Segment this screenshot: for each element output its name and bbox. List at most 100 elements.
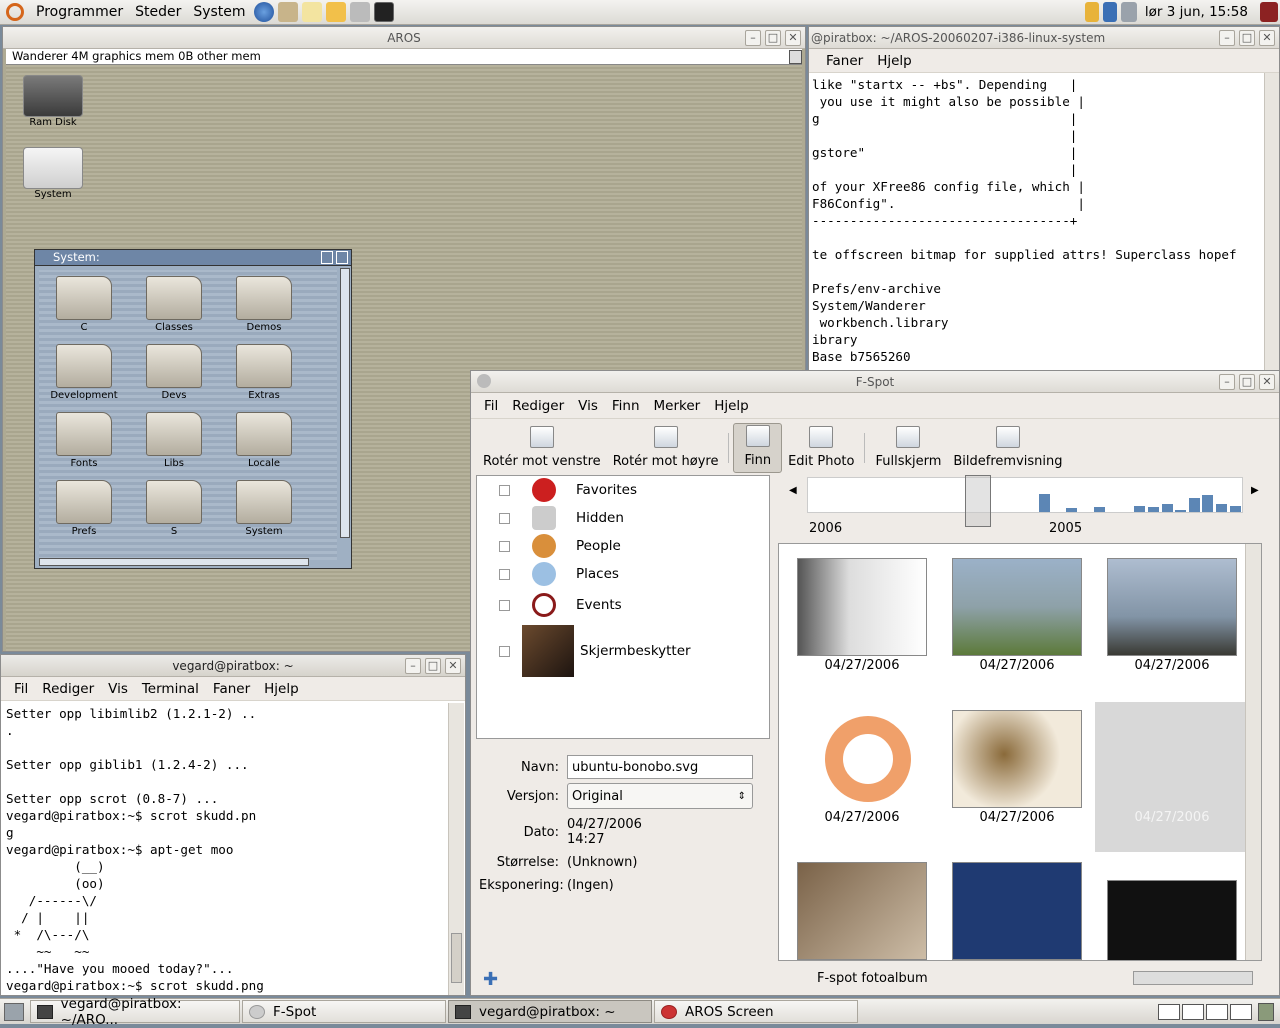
system-hscrollbar[interactable] bbox=[39, 558, 309, 566]
task-terminal-aros[interactable]: vegard@piratbox: ~/ARO... bbox=[30, 996, 240, 1028]
menu-item[interactable]: Rediger bbox=[35, 681, 101, 697]
close-button[interactable]: ✕ bbox=[785, 30, 801, 46]
tag-people[interactable]: People bbox=[477, 532, 769, 560]
system-window-title[interactable]: System: bbox=[35, 250, 351, 266]
task-terminal-home[interactable]: vegard@piratbox: ~ bbox=[448, 1000, 652, 1023]
fspot-app-icon[interactable] bbox=[477, 374, 491, 388]
minimize-button[interactable]: – bbox=[745, 30, 761, 46]
task-fspot[interactable]: F-Spot bbox=[242, 1000, 446, 1023]
maximize-button[interactable]: □ bbox=[765, 30, 781, 46]
tag-checkbox[interactable] bbox=[499, 568, 510, 580]
logout-icon[interactable] bbox=[1260, 2, 1278, 22]
system-vscrollbar[interactable] bbox=[340, 268, 350, 538]
editor-launcher-icon[interactable] bbox=[349, 2, 370, 22]
menu-tabs[interactable]: Faner bbox=[819, 53, 870, 69]
menu-applications[interactable]: Programmer bbox=[30, 0, 129, 25]
chat-launcher-icon[interactable] bbox=[301, 2, 322, 22]
tag-checkbox[interactable] bbox=[499, 512, 510, 524]
menu-help[interactable]: Hjelp bbox=[870, 53, 919, 69]
tag-events[interactable]: Events bbox=[477, 588, 769, 622]
menu-item[interactable]: Fil bbox=[477, 398, 505, 414]
folder-icon-item[interactable]: Extras bbox=[219, 338, 309, 406]
rotate-left-button[interactable]: Rotér mot venstre bbox=[477, 423, 607, 473]
timeline-right-arrow-icon[interactable]: ▶ bbox=[1251, 485, 1259, 496]
menu-item[interactable]: Vis bbox=[571, 398, 605, 414]
folder-icon-item[interactable]: Demos bbox=[219, 270, 309, 338]
workspace-4[interactable] bbox=[1230, 1003, 1252, 1020]
menu-item[interactable]: Faner bbox=[206, 681, 257, 697]
menu-item[interactable]: Rediger bbox=[505, 398, 571, 414]
menu-item[interactable]: Merker bbox=[647, 398, 708, 414]
photo-thumbnail[interactable] bbox=[952, 710, 1082, 808]
trash-icon[interactable] bbox=[1258, 1002, 1274, 1021]
photo-thumbnail[interactable] bbox=[797, 862, 927, 960]
maximize-button[interactable]: □ bbox=[425, 658, 441, 674]
close-button[interactable]: ✕ bbox=[445, 658, 461, 674]
aros-system-window[interactable]: System: C Classes Demos Development Devs Extr… bbox=[34, 249, 352, 569]
folder-icon-item[interactable]: S bbox=[129, 474, 219, 542]
task-aros-screen[interactable]: AROS Screen bbox=[654, 1000, 858, 1023]
terminal-output[interactable]: Setter opp libimlib2 (1.2.1-2) ... Setter… bbox=[6, 705, 446, 995]
tag-checkbox[interactable] bbox=[499, 540, 510, 552]
photo-thumbnail[interactable] bbox=[952, 558, 1082, 656]
maximize-button[interactable]: □ bbox=[1239, 30, 1255, 46]
update-icon[interactable] bbox=[1102, 2, 1117, 22]
photo-thumbnail[interactable] bbox=[952, 862, 1082, 960]
close-button[interactable]: ✕ bbox=[1259, 374, 1275, 390]
tag-places[interactable]: Places bbox=[477, 560, 769, 588]
folder-icon-item[interactable]: Development bbox=[39, 338, 129, 406]
tag-checkbox[interactable] bbox=[499, 645, 510, 657]
close-button[interactable]: ✕ bbox=[1259, 30, 1275, 46]
notification-icon[interactable] bbox=[1084, 2, 1099, 22]
rotate-right-button[interactable]: Rotér mot høyre bbox=[607, 423, 725, 473]
find-button[interactable]: Finn bbox=[733, 423, 783, 473]
version-select[interactable]: Original ⇕ bbox=[567, 783, 753, 809]
timeline-slider[interactable] bbox=[965, 475, 991, 527]
timeline-left-arrow-icon[interactable]: ◀ bbox=[789, 485, 797, 496]
show-desktop-icon[interactable] bbox=[4, 1002, 24, 1021]
menu-item[interactable]: Vis bbox=[101, 681, 135, 697]
aros-titlebar[interactable]: AROS – □ ✕ bbox=[3, 27, 805, 49]
workspace-1[interactable] bbox=[1158, 1003, 1180, 1020]
help-launcher-icon[interactable] bbox=[325, 2, 346, 22]
workspace-2[interactable] bbox=[1182, 1003, 1204, 1020]
tag-favorites[interactable]: Favorites bbox=[477, 476, 769, 504]
bottom-terminal-titlebar[interactable]: vegard@piratbox: ~ – □ ✕ bbox=[1, 655, 465, 677]
fullscreen-button[interactable]: Fullskjerm bbox=[869, 423, 947, 473]
name-field[interactable] bbox=[567, 755, 753, 779]
browser-launcher-icon[interactable] bbox=[253, 2, 274, 22]
photo-grid[interactable]: 04/27/2006 04/27/2006 04/27/2006 04/27/2… bbox=[778, 543, 1262, 961]
zoom-slider[interactable] bbox=[1133, 971, 1253, 985]
folder-icon-item[interactable]: System bbox=[219, 474, 309, 542]
right-terminal-titlebar[interactable]: @piratbox: ~/AROS-20060207-i386-linux-sy… bbox=[809, 27, 1279, 49]
photo-thumbnail[interactable] bbox=[1107, 710, 1237, 808]
edit-photo-button[interactable]: Edit Photo bbox=[782, 423, 860, 473]
folder-icon-item[interactable]: Devs bbox=[129, 338, 219, 406]
tag-screensaver[interactable]: Skjermbeskytter bbox=[477, 622, 769, 680]
terminal-launcher-icon[interactable] bbox=[373, 2, 394, 22]
photo-thumbnail[interactable] bbox=[797, 558, 927, 656]
photo-grid-scrollbar[interactable] bbox=[1245, 544, 1261, 960]
fspot-titlebar[interactable]: F-Spot – □ ✕ bbox=[471, 371, 1279, 393]
right-terminal-scrollbar[interactable] bbox=[1264, 73, 1279, 371]
terminal-output[interactable]: like "startx -- +bs". Depending | you us… bbox=[812, 76, 1262, 371]
photo-thumbnail[interactable] bbox=[1107, 880, 1237, 960]
menu-item[interactable]: Hjelp bbox=[707, 398, 756, 414]
folder-icon-item[interactable]: Locale bbox=[219, 406, 309, 474]
timeline[interactable]: ◀ ▶ 2006 2005 bbox=[777, 475, 1277, 537]
workspace-switcher[interactable] bbox=[1158, 1003, 1252, 1020]
aros-depth-gadget[interactable] bbox=[789, 50, 802, 64]
bottom-terminal-scrollbar[interactable] bbox=[448, 703, 464, 995]
minimize-button[interactable]: – bbox=[405, 658, 421, 674]
tag-checkbox[interactable] bbox=[499, 599, 510, 611]
ubuntu-logo-icon[interactable] bbox=[6, 3, 24, 21]
timeline-histogram[interactable] bbox=[807, 477, 1243, 513]
zoom-gadget[interactable] bbox=[321, 251, 333, 264]
volume-icon[interactable] bbox=[1120, 2, 1137, 22]
folder-icon-item[interactable]: C bbox=[39, 270, 129, 338]
menu-item[interactable]: Terminal bbox=[135, 681, 206, 697]
add-tag-icon[interactable]: ✚ bbox=[483, 969, 498, 990]
clock[interactable]: lør 3 jun, 15:58 bbox=[1145, 4, 1248, 20]
folder-icon-item[interactable]: Fonts bbox=[39, 406, 129, 474]
folder-icon-item[interactable]: Classes bbox=[129, 270, 219, 338]
